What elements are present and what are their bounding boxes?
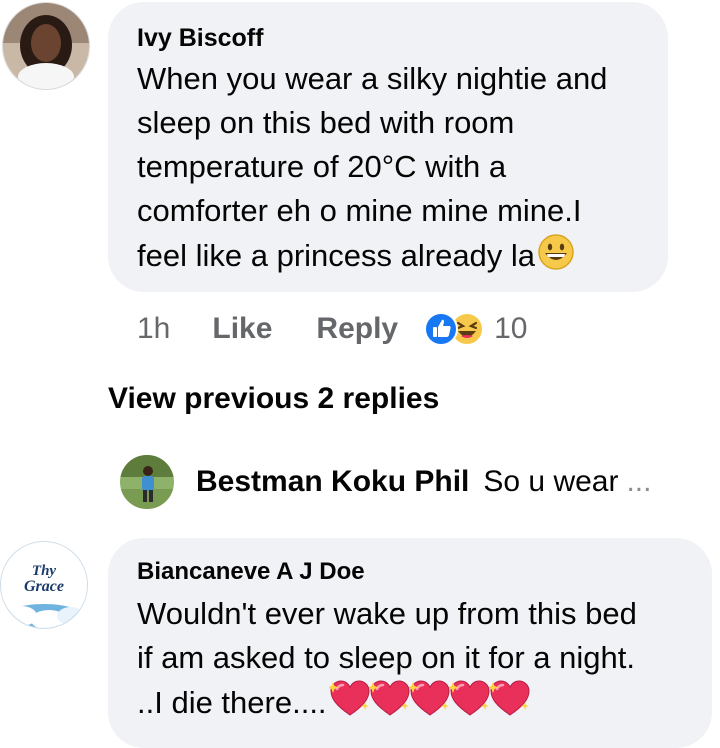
sparkling-heart-icon: [367, 680, 411, 730]
comment-bubble[interactable]: Ivy Biscoff When you wear a silky nighti…: [108, 2, 668, 292]
reply-truncated-ellipsis: ...: [626, 465, 652, 498]
reply-button[interactable]: Reply: [316, 312, 398, 346]
comment-bubble[interactable]: Biancaneve A J Doe Wouldn't ever wake up…: [108, 538, 712, 748]
avatar-logo-word: Grace: [24, 578, 64, 595]
comment-author[interactable]: Biancaneve A J Doe: [137, 558, 707, 586]
reply-author[interactable]: Bestman Koku Phil: [196, 465, 469, 499]
comment-text: Wouldn't ever wake up from this bed if a…: [137, 592, 707, 730]
view-previous-replies-link[interactable]: View previous 2 replies: [108, 382, 439, 416]
comment-line: if am asked to sleep on it for a night.: [137, 640, 635, 675]
comment-line: When you wear a silky nightie and: [137, 61, 608, 96]
sparkling-heart-icon: [327, 680, 371, 730]
emoji-group: [327, 680, 531, 720]
comment-text: When you wear a silky nightie and sleep …: [137, 57, 662, 283]
comment-line: ..I die there....: [137, 685, 327, 721]
like-button[interactable]: Like: [212, 312, 272, 346]
reply-text: So u wear: [483, 465, 619, 498]
comment-line: temperature of 20°C with a: [137, 149, 507, 184]
avatar-logo-word: Thy: [31, 563, 57, 579]
sparkling-heart-icon: [407, 680, 451, 730]
comment-actions: 1h Like Reply 10: [137, 306, 527, 352]
comment-timestamp[interactable]: 1h: [137, 312, 170, 346]
comment-line-last: feel like a princess already la: [137, 233, 662, 283]
comment-line-last: ..I die there....: [137, 680, 707, 730]
avatar-biancaneve-a-j-doe[interactable]: Thy Grace: [0, 541, 88, 629]
sparkling-heart-icon: [487, 680, 531, 730]
avatar-bestman-koku-phil[interactable]: [120, 455, 174, 509]
grinning-face-icon: [537, 233, 575, 283]
comment-line: sleep on this bed with room: [137, 105, 515, 140]
reply-preview[interactable]: Bestman Koku Phil So u wear ...: [120, 453, 651, 511]
comment-line: Wouldn't ever wake up from this bed: [137, 596, 637, 631]
avatar-photo: [120, 455, 174, 509]
avatar-ivy-biscoff[interactable]: [2, 2, 90, 90]
comment-line: feel like a princess already la: [137, 238, 536, 274]
reaction-count: 10: [494, 312, 528, 345]
comment-author[interactable]: Ivy Biscoff: [137, 24, 662, 53]
avatar-logo-text: Thy Grace: [1, 563, 87, 595]
comment-line: comforter eh o mine mine mine.I: [137, 193, 582, 228]
reactions-summary[interactable]: 10: [424, 312, 527, 346]
like-reaction-icon: [424, 312, 459, 346]
avatar-photo: [3, 3, 89, 89]
sparkling-heart-icon: [447, 680, 491, 730]
